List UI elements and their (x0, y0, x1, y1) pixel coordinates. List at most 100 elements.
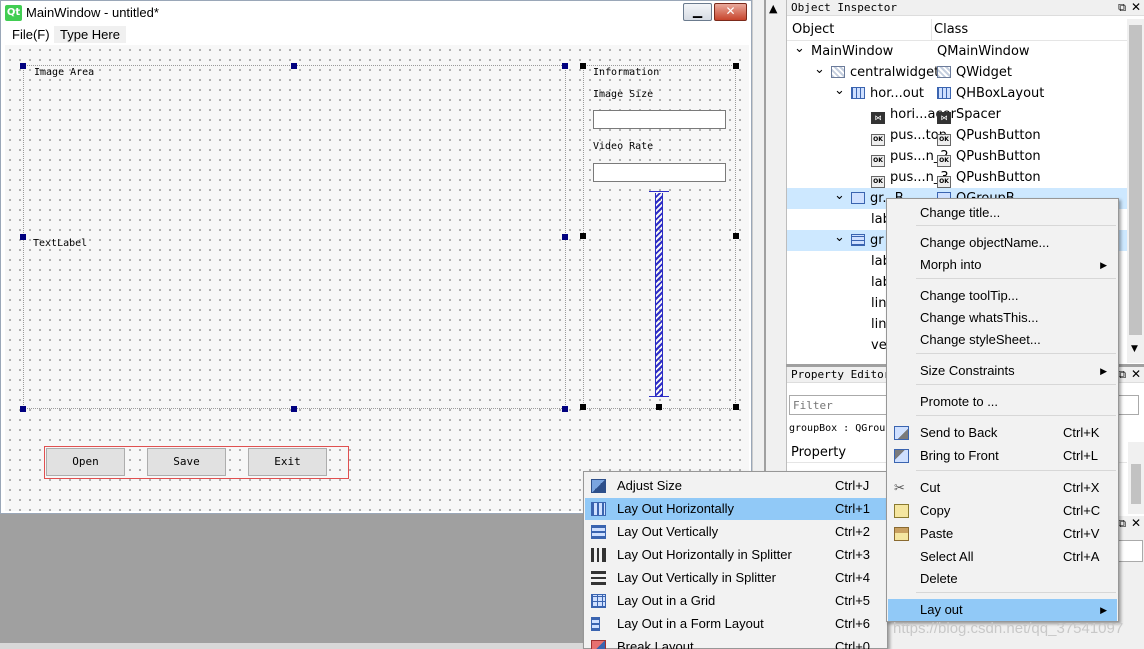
spacer-cap-top (649, 191, 669, 192)
save-button[interactable]: Save (147, 448, 226, 476)
context-menu-item[interactable]: Change toolTip... (888, 285, 1117, 307)
expand-arrow-icon[interactable]: ⌄ (834, 185, 845, 206)
resize-handle[interactable] (20, 406, 26, 412)
menu-item-shortcut: Ctrl+J (835, 478, 870, 493)
layout-menu-item[interactable]: Lay Out Horizontally in Splitter Ctrl+3 (585, 544, 886, 566)
close-dock-icon[interactable]: ✕ (1131, 516, 1141, 530)
tree-row[interactable]: OK pus...n_2 OK QPushButton (787, 146, 1127, 167)
tree-row[interactable]: ⌄ hor...out QHBoxLayout (787, 83, 1127, 104)
resize-handle[interactable] (291, 63, 297, 69)
expand-arrow-icon[interactable]: ⌄ (814, 59, 825, 80)
context-menu-item[interactable]: ✂ Cut Ctrl+X (888, 477, 1117, 499)
property-scrollbar[interactable] (1128, 442, 1144, 514)
property-class-line: groupBox : QGrou (789, 423, 886, 434)
menu-item-shortcut: Ctrl+C (1063, 503, 1101, 518)
menu-separator (916, 353, 1116, 354)
vertical-spacer[interactable] (655, 193, 663, 396)
context-menu-item[interactable]: Paste Ctrl+V (888, 523, 1117, 545)
menu-file[interactable]: File(F) (6, 26, 56, 43)
context-menu-item[interactable]: Send to Back Ctrl+K (888, 422, 1117, 444)
resize-handle[interactable] (562, 406, 568, 412)
resize-handle[interactable] (562, 63, 568, 69)
context-menu-item[interactable]: Lay out ▶ (888, 599, 1117, 621)
scroll-up-arrow-icon[interactable]: ▲ (769, 2, 777, 15)
context-menu-item[interactable]: Size Constraints ▶ (888, 360, 1117, 382)
layout-menu-item[interactable]: Lay Out Horizontally Ctrl+1 (585, 498, 886, 520)
context-menu-item[interactable]: Select All Ctrl+A (888, 546, 1117, 568)
tree-class-cell: QWidget (937, 62, 1012, 83)
expand-arrow-icon[interactable]: ⌄ (834, 227, 845, 248)
resize-handle[interactable] (20, 63, 26, 69)
menu-item-shortcut: Ctrl+5 (835, 593, 871, 608)
tree-object-name: gr (870, 233, 884, 248)
resize-handle[interactable] (562, 234, 568, 240)
menu-item-shortcut: Ctrl+3 (835, 547, 871, 562)
title-bar[interactable]: Qt MainWindow - untitled* ▁ ✕ (1, 1, 751, 25)
context-menu-item[interactable]: Delete (888, 568, 1117, 590)
resize-handle[interactable] (20, 234, 26, 240)
resize-handle[interactable] (656, 404, 662, 410)
tree-object-cell: centralwidget (831, 62, 939, 83)
resize-handle[interactable] (580, 404, 586, 410)
context-menu-item[interactable]: Change objectName... (888, 232, 1117, 254)
layout-menu-item[interactable]: Break Layout Ctrl+0 (585, 636, 886, 649)
expand-arrow-icon[interactable]: ⌄ (834, 80, 845, 101)
object-tree-header: Object Class (787, 19, 1127, 41)
image-size-input[interactable] (593, 110, 726, 129)
context-menu-item[interactable]: Change title... (888, 202, 1117, 224)
resize-handle[interactable] (580, 63, 586, 69)
layout-menu-item[interactable]: Lay Out Vertically in Splitter Ctrl+4 (585, 567, 886, 589)
column-divider[interactable] (931, 19, 932, 41)
context-menu-item[interactable]: Change whatsThis... (888, 307, 1117, 329)
menu-item-label: Lay Out Horizontally (617, 501, 735, 516)
submenu-arrow-icon: ▶ (1100, 260, 1107, 270)
video-rate-input[interactable] (593, 163, 726, 182)
menu-item-label: Lay Out in a Form Layout (617, 616, 764, 631)
resize-handle[interactable] (733, 404, 739, 410)
tree-row[interactable]: ⋈ hori...acer ⋈ Spacer (787, 104, 1127, 125)
layout-menu-item[interactable]: Lay Out in a Grid Ctrl+5 (585, 590, 886, 612)
layout-menu-item[interactable]: Lay Out in a Form Layout Ctrl+6 (585, 613, 886, 635)
object-inspector-title: Object Inspector (787, 0, 1144, 16)
object-tree-scrollbar[interactable]: ▼ (1127, 19, 1144, 363)
menu-item-shortcut: Ctrl+0 (835, 639, 871, 649)
resize-handle[interactable] (580, 233, 586, 239)
float-dock-icon[interactable]: ⧉ (1118, 517, 1126, 531)
spacer-icon: ⋈ (871, 112, 885, 124)
close-dock-icon[interactable]: ✕ (1131, 0, 1141, 14)
context-menu-item[interactable]: Morph into ▶ (888, 254, 1117, 276)
scroll-down-arrow-icon[interactable]: ▼ (1131, 344, 1138, 354)
context-menu: Change title... Change objectName... Morph… (886, 198, 1119, 622)
menu-type-here[interactable]: Type Here (54, 26, 126, 43)
layout-menu-item[interactable]: Adjust Size Ctrl+J (585, 475, 886, 497)
column-object[interactable]: Object (792, 22, 834, 37)
tree-class-cell: ⋈ Spacer (937, 104, 1001, 125)
text-label[interactable]: TextLabel (33, 238, 87, 249)
layout-menu-item[interactable]: Lay Out Vertically Ctrl+2 (585, 521, 886, 543)
resize-handle[interactable] (733, 233, 739, 239)
close-button[interactable]: ✕ (714, 3, 747, 21)
tree-row[interactable]: ⌄ MainWindow QMainWindow (787, 41, 1127, 62)
context-menu-item[interactable]: Bring to Front Ctrl+L (888, 445, 1117, 467)
minimize-button[interactable]: ▁ (683, 3, 712, 21)
exit-button[interactable]: Exit (248, 448, 327, 476)
column-class[interactable]: Class (934, 22, 968, 37)
expand-arrow-icon[interactable]: ⌄ (794, 38, 805, 59)
menu-item-label: Delete (920, 571, 958, 586)
layout-vertical-icon (591, 525, 606, 539)
close-dock-icon[interactable]: ✕ (1131, 367, 1141, 381)
context-menu-item[interactable]: Promote to ... (888, 391, 1117, 413)
float-dock-icon[interactable]: ⧉ (1118, 1, 1126, 15)
resize-handle[interactable] (291, 406, 297, 412)
menu-item-label: Lay Out Vertically in Splitter (617, 570, 776, 585)
scroll-thumb[interactable] (1131, 464, 1141, 504)
resize-handle[interactable] (733, 63, 739, 69)
context-menu-item[interactable]: Change styleSheet... (888, 329, 1117, 351)
open-button[interactable]: Open (46, 448, 125, 476)
float-dock-icon[interactable]: ⧉ (1118, 368, 1126, 382)
bring-front-icon (894, 449, 909, 463)
tree-row[interactable]: OK pus...ton OK QPushButton (787, 125, 1127, 146)
scroll-thumb[interactable] (1129, 25, 1142, 335)
image-area-groupbox[interactable] (23, 65, 566, 409)
context-menu-item[interactable]: Copy Ctrl+C (888, 500, 1117, 522)
